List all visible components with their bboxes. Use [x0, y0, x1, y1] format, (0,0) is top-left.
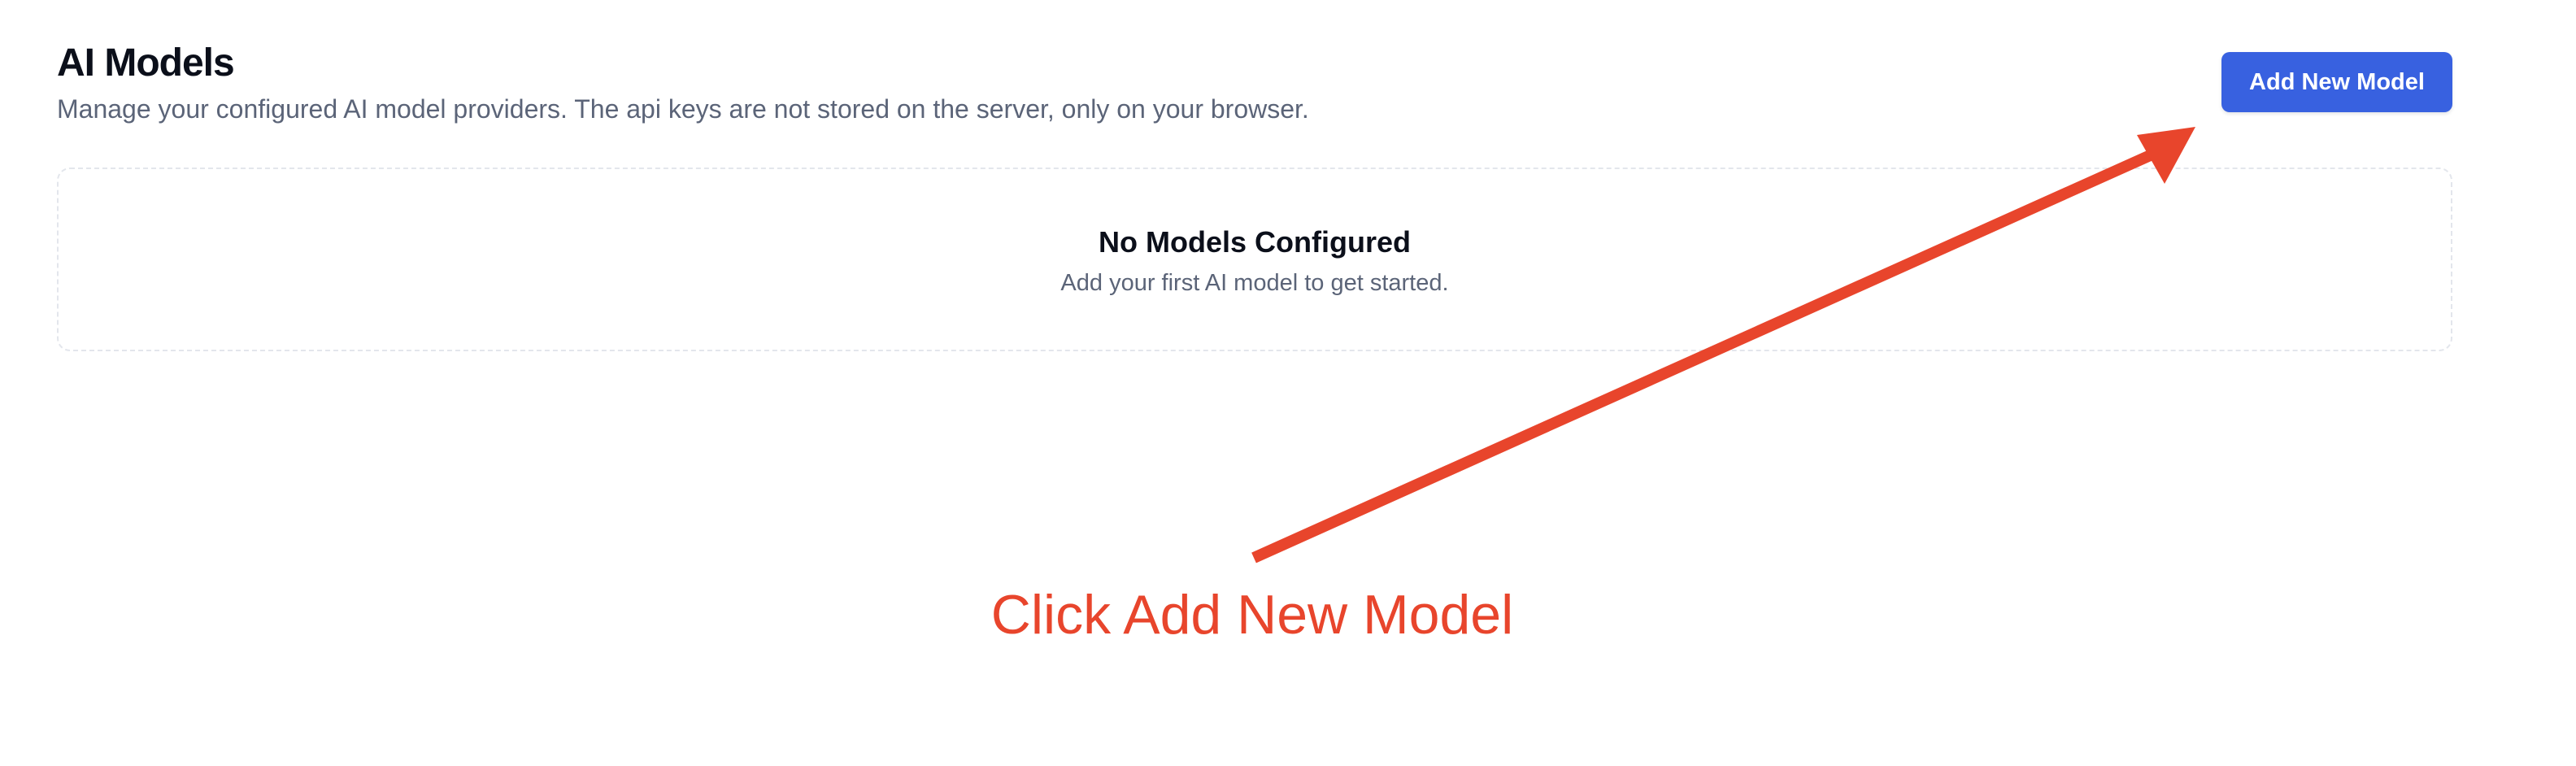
add-new-model-button[interactable]: Add New Model — [2221, 52, 2452, 112]
empty-state-message: Add your first AI model to get started. — [1060, 270, 1449, 296]
page-title: AI Models — [57, 41, 235, 85]
page-subtitle: Manage your configured AI model provider… — [57, 94, 1309, 124]
empty-state-card: No Models Configured Add your first AI m… — [57, 168, 2452, 351]
empty-state-title: No Models Configured — [1099, 225, 1411, 259]
annotation-label: Click Add New Model — [990, 584, 1514, 646]
